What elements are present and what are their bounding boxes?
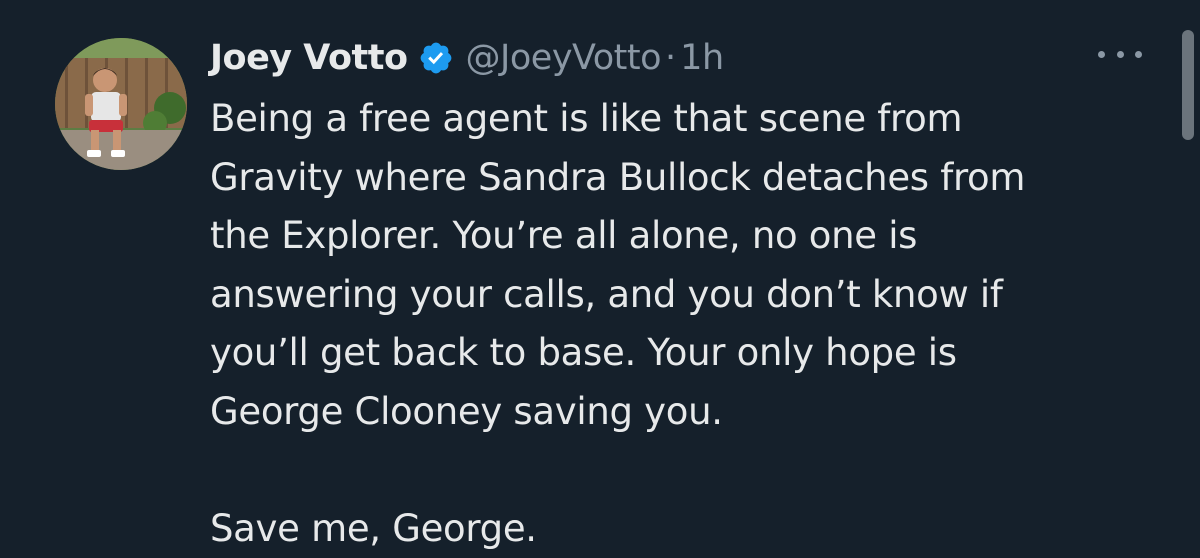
display-name[interactable]: Joey Votto: [210, 38, 408, 78]
tweet-text-line: Save me, George.: [210, 500, 1170, 558]
tweet-text-line: you’ll get back to base. Your only hope …: [210, 324, 1170, 383]
author-handle[interactable]: @JoeyVotto: [466, 38, 661, 78]
avatar[interactable]: [55, 38, 187, 170]
tweet: Joey Votto @JoeyVotto · 1h Being a free …: [0, 0, 1200, 546]
tweet-text: Being a free agent is like that scene fr…: [210, 90, 1170, 558]
avatar-photo: [55, 38, 187, 170]
tweet-text-line: George Clooney saving you.: [210, 383, 1170, 442]
tweet-header: Joey Votto @JoeyVotto · 1h: [210, 30, 724, 86]
paragraph-break: [210, 441, 1170, 500]
tweet-text-line: the Explorer. You’re all alone, no one i…: [210, 207, 1170, 266]
tweet-text-line: Gravity where Sandra Bullock detaches fr…: [210, 149, 1170, 208]
tweet-text-line: Being a free agent is like that scene fr…: [210, 90, 1170, 149]
timestamp[interactable]: 1h: [680, 38, 723, 78]
tweet-text-line: answering your calls, and you don’t know…: [210, 266, 1170, 325]
verified-badge-icon[interactable]: [418, 40, 454, 76]
separator-dot: ·: [665, 38, 676, 78]
scrollbar[interactable]: [1182, 30, 1194, 140]
more-options-icon[interactable]: [1098, 44, 1142, 64]
